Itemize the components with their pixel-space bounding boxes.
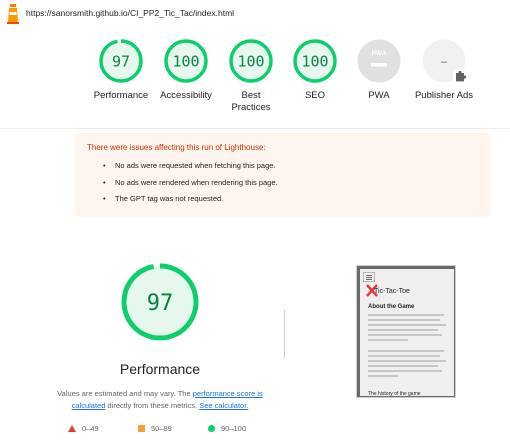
pwa-label: PWA bbox=[368, 90, 390, 101]
gauge-performance[interactable]: 97 Performance bbox=[89, 34, 153, 102]
final-screenshot[interactable]: Tic-Tac-Toe About the Game The history o… bbox=[356, 265, 456, 398]
gauge-seo[interactable]: 100 SEO bbox=[283, 34, 347, 102]
square-icon bbox=[138, 425, 145, 432]
warning-item: No ads were requested when fetching this… bbox=[103, 158, 478, 175]
warnings-box: There were issues affecting this run of … bbox=[75, 133, 490, 217]
accessibility-label: Accessibility bbox=[160, 90, 212, 101]
seo-label: SEO bbox=[304, 90, 326, 101]
seo-score: 100 bbox=[301, 53, 328, 71]
summary-separator bbox=[284, 310, 285, 358]
report-header: https://sanorsmith.github.io/CI_PP2_Tic_… bbox=[0, 0, 510, 28]
lighthouse-logo-icon bbox=[7, 4, 19, 24]
best-practices-label: Best Practices bbox=[231, 90, 271, 113]
performance-label: Performance bbox=[93, 90, 149, 101]
legend-pass-label: 90–100 bbox=[221, 424, 247, 433]
note-prefix: Values are estimated and may vary. The bbox=[57, 389, 191, 398]
screenshot-title: Tic-Tac-Toe bbox=[374, 288, 410, 295]
warnings-list: No ads were requested when fetching this… bbox=[103, 158, 478, 208]
performance-note: Values are estimated and may vary. The p… bbox=[50, 388, 270, 412]
gauge-publisher-ads[interactable]: – Publisher Ads bbox=[412, 34, 476, 102]
pwa-badge-text: PWA bbox=[372, 50, 387, 57]
legend-item-average: 50–89 bbox=[138, 424, 172, 433]
screenshot-page: Tic-Tac-Toe About the Game The history o… bbox=[360, 269, 454, 397]
performance-gauge-ring: 97 bbox=[99, 39, 143, 83]
performance-score: 97 bbox=[112, 53, 130, 71]
performance-summary-gauge: 97 bbox=[121, 263, 199, 341]
warning-item: The GPT tag was not requested. bbox=[103, 191, 478, 208]
pwa-badge-icon: PWA bbox=[357, 39, 401, 83]
menu-icon bbox=[363, 272, 375, 282]
performance-summary-score: 97 bbox=[147, 291, 174, 316]
report-url[interactable]: https://sanorsmith.github.io/CI_PP2_Tic_… bbox=[26, 8, 234, 18]
see-calculator-link[interactable]: See calculator. bbox=[199, 401, 248, 410]
puzzle-icon bbox=[453, 69, 467, 83]
circle-icon bbox=[208, 425, 215, 432]
score-legend: 0–49 50–89 90–100 bbox=[68, 424, 268, 436]
gauge-best-practices[interactable]: 100 Best Practices bbox=[219, 34, 283, 114]
legend-item-fail: 0–49 bbox=[68, 424, 99, 433]
performance-summary-title: Performance bbox=[119, 361, 201, 377]
best-practices-gauge-ring: 100 bbox=[229, 39, 273, 83]
header-divider bbox=[0, 128, 510, 129]
gauge-pwa[interactable]: PWA PWA bbox=[347, 34, 411, 102]
publisher-ads-score: – bbox=[441, 56, 448, 68]
screenshot-heading: About the Game bbox=[368, 304, 415, 310]
accessibility-score: 100 bbox=[172, 53, 199, 71]
note-middle: directly from these metrics. bbox=[107, 401, 198, 410]
best-practices-score: 100 bbox=[237, 53, 264, 71]
accessibility-gauge-ring: 100 bbox=[164, 39, 208, 83]
warning-item: No ads were rendered when rendering this… bbox=[103, 175, 478, 192]
legend-fail-label: 0–49 bbox=[82, 424, 99, 433]
legend-item-pass: 90–100 bbox=[208, 424, 246, 433]
gauge-accessibility[interactable]: 100 Accessibility bbox=[154, 34, 218, 102]
seo-gauge-ring: 100 bbox=[293, 39, 337, 83]
category-gauges: 97 Performance 100 Accessibility 100 Bes… bbox=[0, 34, 510, 124]
publisher-ads-label: Publisher Ads bbox=[414, 90, 474, 101]
triangle-icon bbox=[68, 425, 76, 432]
warnings-title: There were issues affecting this run of … bbox=[87, 143, 266, 152]
legend-average-label: 50–89 bbox=[151, 424, 172, 433]
screenshot-subheading: The history of the game bbox=[368, 391, 421, 397]
publisher-ads-gauge-ring: – bbox=[422, 39, 467, 83]
